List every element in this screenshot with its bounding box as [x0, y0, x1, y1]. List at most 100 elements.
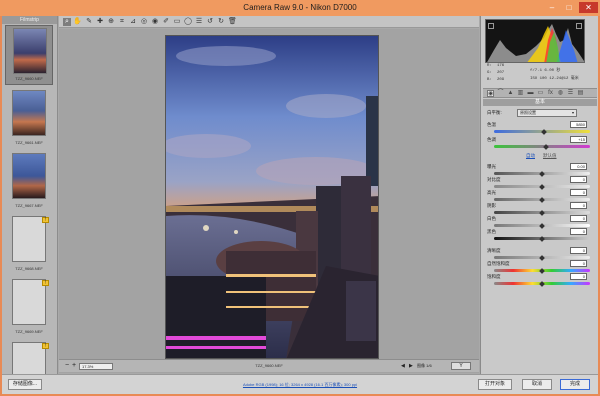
- thumbnail-placeholder: [12, 279, 46, 325]
- hsl-tab-icon[interactable]: ▥: [517, 90, 524, 97]
- blacks-field[interactable]: 0: [570, 228, 587, 235]
- g-value: 207: [497, 71, 505, 75]
- white-balance-label: 白平衡:: [487, 110, 502, 115]
- exposure-field[interactable]: 0.00: [570, 163, 587, 170]
- window-title: Camera Raw 9.0 - Nikon D7000: [243, 3, 357, 12]
- targeted-adjust-icon[interactable]: ⊕: [107, 18, 115, 26]
- highlights-label: 高光: [487, 190, 496, 195]
- prev-image-button[interactable]: ◀: [401, 363, 405, 369]
- warning-icon: !: [42, 343, 49, 349]
- temperature-label: 色温: [487, 122, 496, 127]
- histogram: [485, 19, 585, 63]
- minimize-button[interactable]: –: [545, 2, 559, 13]
- contrast-field[interactable]: 0: [570, 176, 587, 183]
- basic-tab-icon[interactable]: ◉: [487, 90, 494, 97]
- thumbnail-placeholder: [12, 216, 46, 262]
- chevron-down-icon: ▾: [571, 110, 574, 115]
- filmstrip-item[interactable]: !: [5, 340, 53, 374]
- preferences-icon[interactable]: ☰: [195, 18, 203, 26]
- thumbnail-placeholder: [12, 342, 46, 374]
- shadows-field[interactable]: 0: [570, 202, 587, 209]
- filmstrip: Filmstrip · · · · · TZZ_9660.NEF TZZ_966…: [2, 16, 58, 374]
- default-link[interactable]: 默认值: [543, 153, 557, 159]
- r-value: 176: [497, 64, 505, 68]
- done-button[interactable]: 完成: [560, 379, 590, 390]
- zoom-icon[interactable]: ⌕: [63, 18, 71, 26]
- white-balance-value: 原照设置: [520, 110, 536, 115]
- b-label: B:: [487, 78, 492, 82]
- filmstrip-item[interactable]: · · · · · TZZ_9660.NEF: [5, 25, 53, 85]
- vibrance-field[interactable]: 0: [570, 260, 587, 267]
- graduated-filter-icon[interactable]: ▭: [173, 18, 181, 26]
- adjustment-brush-icon[interactable]: ✐: [162, 18, 170, 26]
- close-button[interactable]: ✕: [579, 2, 598, 13]
- spot-removal-icon[interactable]: ◎: [140, 18, 148, 26]
- white-balance-icon[interactable]: ✎: [85, 18, 93, 26]
- camera-calibration-tab-icon[interactable]: ◍: [557, 90, 564, 97]
- warning-icon: !: [42, 217, 49, 223]
- filmstrip-header[interactable]: Filmstrip: [2, 16, 57, 24]
- warning-icon: !: [42, 280, 49, 286]
- auto-link[interactable]: 自动: [526, 153, 535, 159]
- crop-icon[interactable]: ⌗: [118, 18, 126, 26]
- trash-icon[interactable]: 🗑: [228, 18, 237, 26]
- thumbnail-name: TZZ_9667.NEF: [15, 203, 43, 208]
- split-toning-tab-icon[interactable]: ▬: [527, 90, 534, 97]
- snapshots-tab-icon[interactable]: ▤: [577, 90, 584, 97]
- panel-tabs: ◉ ⌒ ▲ ▥ ▬ ▭ fx ◍ ☰ ▤: [483, 88, 597, 98]
- rotate-right-icon[interactable]: ↻: [217, 18, 225, 26]
- thumbnail-image: [12, 90, 46, 136]
- zoom-in-button[interactable]: +: [70, 362, 78, 370]
- open-object-button[interactable]: 打开对象: [478, 379, 512, 390]
- contrast-label: 对比度: [487, 177, 501, 182]
- filmstrip-item[interactable]: ! TZZ_9669.NEF: [5, 277, 53, 337]
- filmstrip-item[interactable]: ! TZZ_9668.NEF: [5, 214, 53, 274]
- camera-raw-dialog: Filmstrip · · · · · TZZ_9660.NEF TZZ_966…: [2, 16, 598, 394]
- maximize-button[interactable]: □: [562, 2, 576, 13]
- radial-filter-icon[interactable]: ◯: [184, 18, 192, 26]
- city-night-photo: [166, 36, 378, 358]
- lens-tab-icon[interactable]: ▭: [537, 90, 544, 97]
- red-eye-icon[interactable]: ◉: [151, 18, 159, 26]
- bottom-bar: 存储图像... Adobe RGB (1998); 16 位; 3264 x 4…: [2, 374, 598, 394]
- highlight-clipping-icon[interactable]: [576, 23, 582, 29]
- effects-tab-icon[interactable]: fx: [547, 90, 554, 97]
- cancel-button[interactable]: 取消: [522, 379, 552, 390]
- exposure-label: 曝光: [487, 164, 496, 169]
- tint-field[interactable]: +15: [570, 136, 587, 143]
- tone-curve-tab-icon[interactable]: ⌒: [497, 90, 504, 97]
- thumbnail-name: TZZ_9668.NEF: [15, 266, 43, 271]
- title-bar: Camera Raw 9.0 - Nikon D7000 – □ ✕: [0, 0, 600, 16]
- filmstrip-item[interactable]: TZZ_9661.NEF: [5, 88, 53, 148]
- shadow-clipping-icon[interactable]: [488, 23, 494, 29]
- preview-canvas[interactable]: [59, 29, 479, 373]
- clarity-label: 清晰度: [487, 248, 501, 253]
- highlights-field[interactable]: 0: [570, 189, 587, 196]
- shadows-label: 阴影: [487, 203, 496, 208]
- histogram-graph: [487, 24, 584, 62]
- thumbnail-name: TZZ_9669.NEF: [15, 329, 43, 334]
- saturation-label: 饱和度: [487, 274, 501, 279]
- section-title: 基本: [483, 99, 597, 106]
- before-after-button[interactable]: Y: [451, 362, 471, 370]
- presets-tab-icon[interactable]: ☰: [567, 90, 574, 97]
- exposure-info: f/7.1 6.00 秒: [530, 69, 561, 73]
- clarity-field[interactable]: 0: [570, 247, 587, 254]
- zoom-select[interactable]: 17.3%: [79, 363, 113, 370]
- filmstrip-item[interactable]: TZZ_9667.NEF: [5, 151, 53, 211]
- whites-field[interactable]: 0: [570, 215, 587, 222]
- temperature-field[interactable]: 5850: [570, 121, 587, 128]
- thumbnail-name: TZZ_9660.NEF: [15, 76, 43, 81]
- rotate-left-icon[interactable]: ↺: [206, 18, 214, 26]
- color-sampler-icon[interactable]: ✚: [96, 18, 104, 26]
- white-balance-select[interactable]: 原照设置 ▾: [517, 109, 577, 117]
- preview-photo[interactable]: [165, 35, 379, 359]
- image-counter: 图像 1/6: [417, 363, 432, 368]
- g-label: G:: [487, 71, 492, 75]
- hand-icon[interactable]: ✋: [73, 18, 82, 26]
- saturation-field[interactable]: 0: [570, 273, 587, 280]
- thumbnail-image: [13, 28, 47, 74]
- next-image-button[interactable]: ▶: [409, 363, 413, 369]
- detail-tab-icon[interactable]: ▲: [507, 90, 514, 97]
- straighten-icon[interactable]: ⊿: [129, 18, 137, 26]
